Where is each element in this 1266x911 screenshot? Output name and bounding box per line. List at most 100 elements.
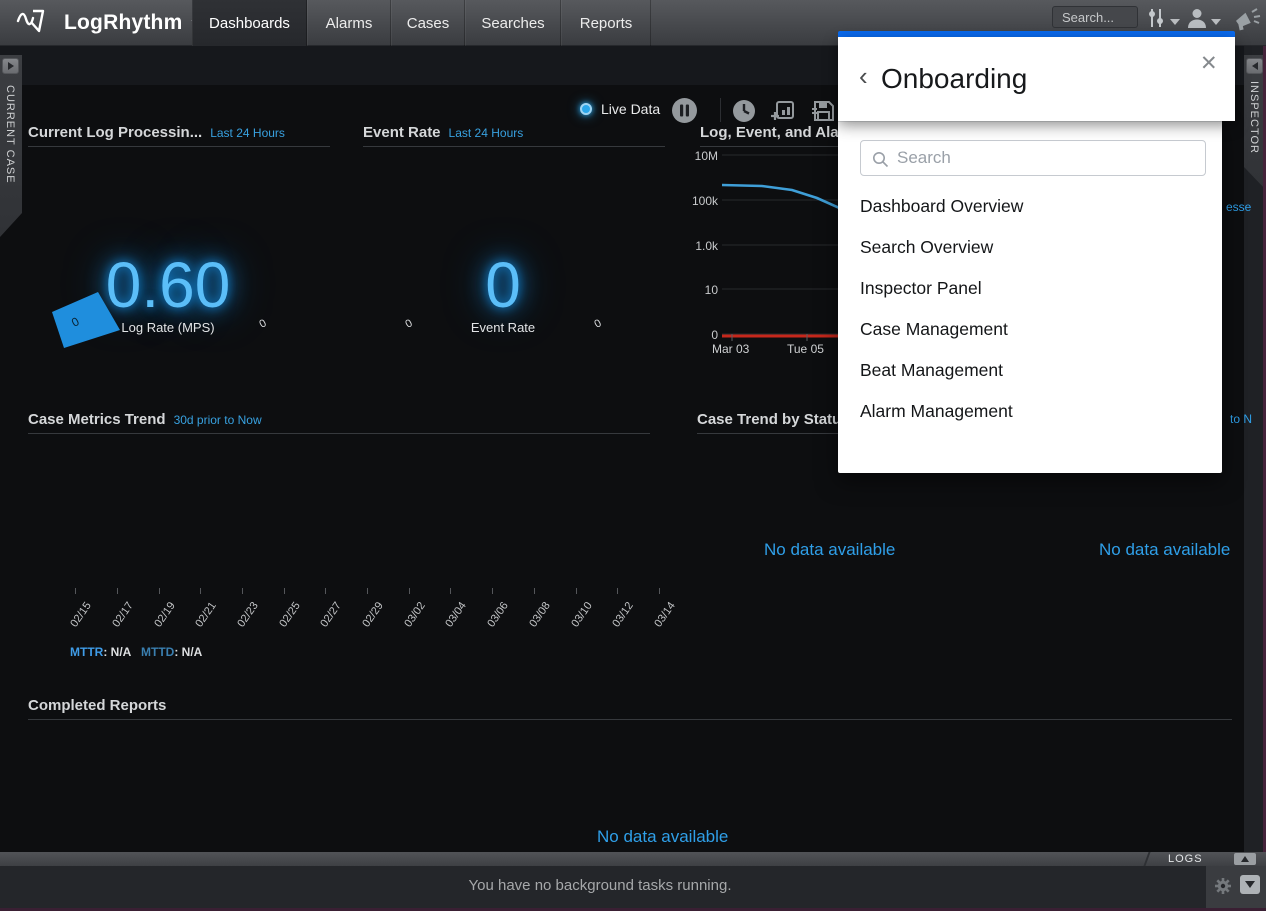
log-rate-label: Log Rate (MPS) bbox=[98, 320, 238, 335]
logs-expand-up-icon[interactable] bbox=[1234, 853, 1256, 865]
date-label: 02/27 bbox=[310, 600, 344, 641]
onboarding-panel: Dashboard Overview Search Overview Inspe… bbox=[838, 121, 1222, 473]
case-trend-title-text: Case Trend by Status bbox=[697, 411, 850, 428]
date-tick bbox=[492, 588, 493, 594]
tab-alarms[interactable]: Alarms bbox=[307, 0, 391, 46]
date-tick bbox=[325, 588, 326, 594]
divider bbox=[28, 433, 650, 434]
close-icon[interactable]: ✕ bbox=[1200, 51, 1218, 76]
onboarding-search-input[interactable] bbox=[895, 142, 1195, 174]
y-tick-0: 0 bbox=[678, 328, 718, 342]
brand[interactable]: LogRhythm ™ bbox=[16, 0, 198, 46]
mttd-label: MTTD bbox=[141, 645, 174, 659]
current-case-label: CURRENT CASE bbox=[4, 85, 16, 184]
date-tick bbox=[409, 588, 410, 594]
expand-current-case-icon[interactable] bbox=[2, 58, 19, 74]
mttr-legend: MTTR: N/A bbox=[70, 645, 131, 659]
onboarding-item-alarm-management[interactable]: Alarm Management bbox=[860, 401, 1190, 431]
logs-strip: LOGS bbox=[0, 852, 1266, 866]
settings-gear-icon[interactable] bbox=[1214, 877, 1232, 900]
tab-searches[interactable]: Searches bbox=[465, 0, 561, 46]
onboarding-header: ‹ Onboarding ✕ bbox=[838, 37, 1235, 121]
completed-reports-no-data: No data available bbox=[597, 827, 728, 847]
date-tick bbox=[200, 588, 201, 594]
search-icon bbox=[872, 151, 889, 168]
onboarding-search-box[interactable] bbox=[860, 140, 1206, 176]
mttd-legend: MTTD: N/A bbox=[141, 645, 202, 659]
event-rate-range[interactable]: Last 24 Hours bbox=[449, 126, 524, 140]
logs-collapse-down-icon[interactable] bbox=[1240, 875, 1260, 894]
case-metrics-range[interactable]: 30d prior to Now bbox=[174, 413, 262, 427]
back-chevron-icon[interactable]: ‹ bbox=[859, 63, 868, 89]
onboarding-item-dashboard-overview[interactable]: Dashboard Overview bbox=[860, 196, 1190, 226]
case-metrics-title-text: Case Metrics Trend bbox=[28, 411, 166, 428]
live-data-label: Live Data bbox=[601, 101, 660, 117]
background-tasks-bar: You have no background tasks running. bbox=[0, 866, 1266, 908]
mttr-value: N/A bbox=[111, 645, 132, 659]
date-tick bbox=[242, 588, 243, 594]
tab-dashboards[interactable]: Dashboards bbox=[192, 0, 307, 46]
date-tick bbox=[617, 588, 618, 594]
log-event-alarm-title-text: Log, Event, and Alarm bbox=[700, 124, 858, 141]
x-tick-tue05: Tue 05 bbox=[787, 342, 824, 356]
case-metrics-widget-title: Case Metrics Trend 30d prior to Now bbox=[28, 411, 262, 428]
brand-name: LogRhythm bbox=[64, 11, 182, 35]
date-label: 03/04 bbox=[435, 600, 469, 641]
tab-reports[interactable]: Reports bbox=[561, 0, 651, 46]
onboarding-item-case-management[interactable]: Case Management bbox=[860, 319, 1190, 349]
covered-subtitle-fragment: to N bbox=[1230, 412, 1252, 426]
date-label: 03/12 bbox=[602, 600, 636, 641]
date-tick bbox=[117, 588, 118, 594]
megaphone-icon[interactable] bbox=[1233, 6, 1263, 37]
log-processing-range[interactable]: Last 24 Hours bbox=[210, 126, 285, 140]
y-tick-10: 10 bbox=[678, 283, 718, 297]
onboarding-item-search-overview[interactable]: Search Overview bbox=[860, 237, 1190, 267]
date-tick bbox=[75, 588, 76, 594]
date-tick bbox=[659, 588, 660, 594]
onboarding-item-beat-management[interactable]: Beat Management bbox=[860, 360, 1190, 390]
date-label: 02/29 bbox=[352, 600, 386, 641]
covered-legend-fragment: esse bbox=[1226, 200, 1251, 214]
y-tick-1k: 1.0k bbox=[678, 239, 718, 253]
expand-inspector-icon[interactable] bbox=[1246, 58, 1263, 74]
logs-tab[interactable]: LOGS bbox=[1168, 853, 1203, 865]
date-label: 02/17 bbox=[102, 600, 136, 641]
log-processing-widget-title: Current Log Processin...Last 24 Hours bbox=[28, 124, 285, 141]
mttd-value: N/A bbox=[182, 645, 203, 659]
date-label: 02/15 bbox=[60, 600, 94, 641]
logrhythm-dashboard-screen: LogRhythm ™ Dashboards Alarms Cases Sear… bbox=[0, 0, 1266, 911]
event-gauge-max-tick: 0 bbox=[592, 317, 603, 330]
user-caret-icon[interactable] bbox=[1211, 19, 1221, 25]
completed-reports-widget-title: Completed Reports bbox=[28, 697, 166, 714]
event-rate-title-text: Event Rate bbox=[363, 124, 441, 141]
inspector-label: INSPECTOR bbox=[1248, 81, 1260, 154]
x-tick-mar03: Mar 03 bbox=[712, 342, 749, 356]
right-widget-no-data: No data available bbox=[1099, 540, 1230, 560]
date-label: 02/25 bbox=[269, 600, 303, 641]
logrhythm-wave-icon bbox=[16, 6, 56, 41]
onboarding-item-inspector-panel[interactable]: Inspector Panel bbox=[860, 278, 1190, 308]
pause-icon[interactable] bbox=[671, 97, 698, 129]
global-search-input[interactable] bbox=[1052, 6, 1138, 28]
live-data-indicator-icon bbox=[580, 103, 592, 115]
date-label: 03/06 bbox=[477, 600, 511, 641]
date-label: 02/23 bbox=[227, 600, 261, 641]
mttr-label: MTTR bbox=[70, 645, 103, 659]
divider bbox=[28, 719, 1232, 720]
date-label: 03/10 bbox=[561, 600, 595, 641]
date-label: 03/02 bbox=[394, 600, 428, 641]
onboarding-title: Onboarding bbox=[881, 63, 1027, 95]
tab-cases[interactable]: Cases bbox=[391, 0, 465, 46]
current-case-tab[interactable]: CURRENT CASE bbox=[0, 55, 22, 237]
event-rate-value: 0 bbox=[423, 248, 583, 322]
user-icon[interactable] bbox=[1186, 7, 1208, 34]
filter-sliders-icon[interactable] bbox=[1146, 7, 1166, 34]
case-trend-no-data: No data available bbox=[764, 540, 895, 560]
divider bbox=[363, 146, 665, 147]
y-tick-100k: 100k bbox=[678, 194, 718, 208]
date-tick bbox=[450, 588, 451, 594]
date-label: 02/21 bbox=[185, 600, 219, 641]
filter-caret-icon[interactable] bbox=[1170, 19, 1180, 25]
mttd-sep: : bbox=[174, 645, 178, 659]
log-event-alarm-widget-title: Log, Event, and Alarm bbox=[700, 124, 858, 141]
